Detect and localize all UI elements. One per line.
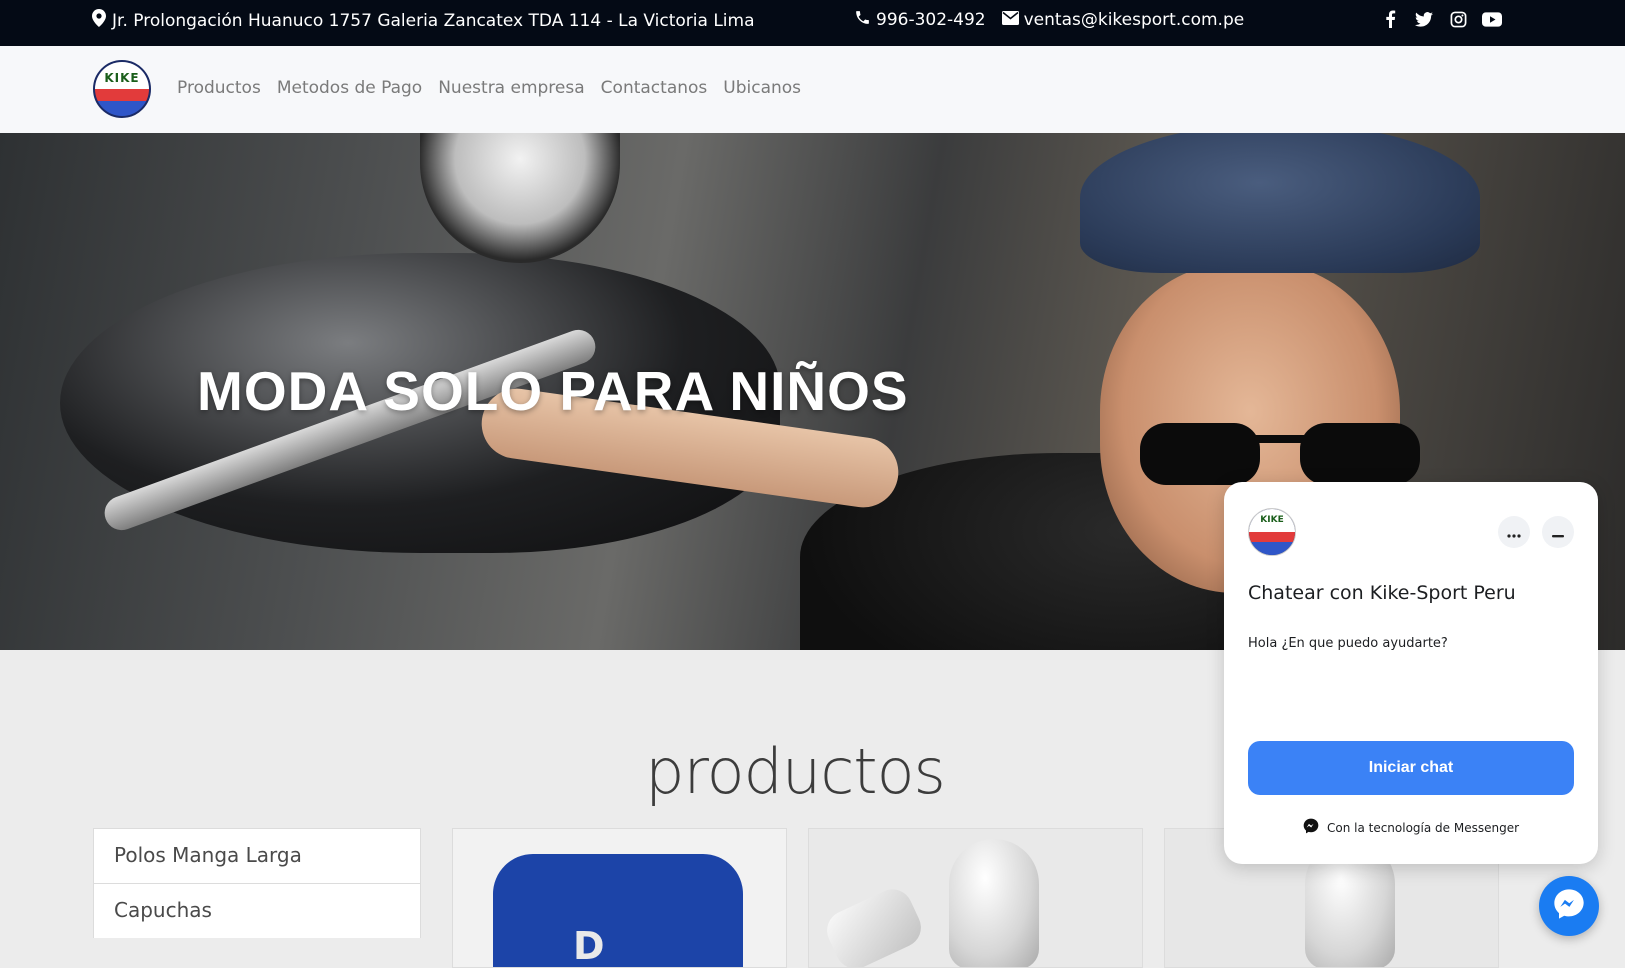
kike-sport-logo[interactable]: KIKE [93, 60, 151, 118]
product-image-mannequin [949, 839, 1039, 967]
more-options-button[interactable] [1498, 516, 1530, 548]
minus-icon [1552, 523, 1564, 542]
main-navbar: KIKE Productos Metodos de Pago Nuestra e… [0, 46, 1625, 134]
product-card[interactable]: D [452, 828, 787, 968]
product-image-sweater: D [493, 854, 743, 968]
nav-item-contactanos[interactable]: Contactanos [601, 78, 708, 98]
powered-by-messenger: Con la tecnología de Messenger [1224, 818, 1598, 837]
hero-title: MODA SOLO PARA NIÑOS [197, 360, 909, 422]
twitter-icon[interactable] [1414, 9, 1434, 29]
category-list: Polos Manga Larga Capuchas [93, 828, 421, 938]
hero-sunglasses [1140, 423, 1420, 485]
nav-item-metodos-de-pago[interactable]: Metodos de Pago [277, 78, 422, 98]
avatar-text: KIKE [1260, 515, 1284, 525]
chat-title: Chatear con Kike-Sport Peru [1248, 582, 1516, 604]
address: Jr. Prolongación Huanuco 1757 Galeria Za… [92, 9, 755, 32]
minimize-chat-button[interactable] [1542, 516, 1574, 548]
product-card[interactable] [808, 828, 1143, 968]
envelope-icon [1001, 10, 1019, 30]
nav-menu: Productos Metodos de Pago Nuestra empres… [177, 78, 801, 98]
ellipsis-icon [1507, 523, 1521, 542]
messenger-icon [1303, 818, 1319, 837]
facebook-icon[interactable] [1380, 9, 1400, 29]
nav-item-nuestra-empresa[interactable]: Nuestra empresa [438, 78, 584, 98]
product-image-mannequin-hand [820, 882, 928, 967]
social-links [1380, 9, 1502, 29]
messenger-icon [1553, 888, 1585, 924]
messenger-launcher-button[interactable] [1539, 876, 1599, 936]
hero-speedometer [420, 133, 620, 263]
email[interactable]: ventas@kikesport.com.pe [1001, 10, 1245, 30]
powered-by-text: Con la tecnología de Messenger [1326, 820, 1520, 835]
instagram-icon[interactable] [1448, 9, 1468, 29]
chat-greeting: Hola ¿En que puedo ayudarte? [1248, 636, 1448, 651]
contact-info: 996-302-492 ventas@kikesport.com.pe [854, 9, 1244, 31]
map-marker-icon [92, 9, 106, 32]
nav-item-ubicanos[interactable]: Ubicanos [723, 78, 801, 98]
top-bar: Jr. Prolongación Huanuco 1757 Galeria Za… [0, 0, 1625, 46]
phone-icon [854, 9, 871, 31]
address-text: Jr. Prolongación Huanuco 1757 Galeria Za… [112, 10, 755, 31]
email-text: ventas@kikesport.com.pe [1023, 10, 1245, 30]
logo-text: KIKE [104, 71, 140, 85]
messenger-chat-widget: KIKE Chatear con Kike-Sport Peru Hola ¿E… [1224, 482, 1598, 864]
chat-page-avatar: KIKE [1248, 508, 1296, 556]
sweater-print: D [573, 924, 605, 968]
start-chat-button[interactable]: Iniciar chat [1248, 741, 1574, 795]
category-item[interactable]: Capuchas [93, 883, 421, 938]
hero-cap [1080, 133, 1480, 273]
youtube-icon[interactable] [1482, 9, 1502, 29]
phone-text: 996-302-492 [876, 10, 986, 30]
category-item[interactable]: Polos Manga Larga [93, 828, 421, 883]
nav-item-productos[interactable]: Productos [177, 78, 261, 98]
phone[interactable]: 996-302-492 [854, 9, 986, 31]
